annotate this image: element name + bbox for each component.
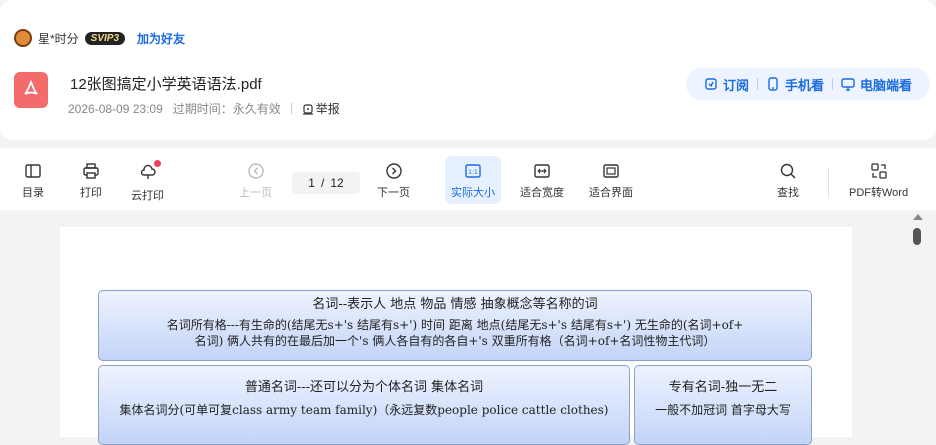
report-icon <box>302 103 313 115</box>
add-friend-link[interactable]: 加为好友 <box>137 30 185 47</box>
uploader-row: 星*时分 SVIP3 加为好友 <box>14 28 185 48</box>
expiry-text: 过期时间：永久有效 <box>172 102 281 116</box>
cloud-print-button[interactable]: 云打印 <box>131 160 164 203</box>
scroll-up-arrow-icon[interactable] <box>913 214 923 220</box>
pdf-to-word-label: PDF转Word <box>849 187 909 199</box>
subscribe-button[interactable]: 订阅 <box>696 75 757 94</box>
toc-button[interactable]: 目录 <box>22 162 44 200</box>
cloud-print-icon-wrap <box>139 160 161 187</box>
prev-page-label: 上一页 <box>239 187 272 199</box>
search-button[interactable]: 查找 <box>777 162 799 200</box>
pdf-to-word-button[interactable]: PDF转Word <box>849 162 908 200</box>
viewer-toolbar: 目录 打印 云打印 上一页 1 / 12 下一页 1:1 实际大小 适合宽度 适… <box>0 148 936 210</box>
report-label: 举报 <box>315 102 340 116</box>
page-separator: / <box>320 176 325 190</box>
toc-label: 目录 <box>22 187 44 199</box>
report-button[interactable]: 举报 <box>302 100 340 117</box>
actual-size-icon: 1:1 <box>465 164 481 178</box>
next-page-label: 下一页 <box>377 187 410 199</box>
collective-noun-line: 集体名词分(可单可复class army team family)（永远复数pe… <box>119 403 609 417</box>
convert-icon <box>870 163 887 179</box>
subscribe-icon <box>705 78 717 90</box>
common-noun-box: 普通名词---还可以分为个体名词 集体名词 集体名词分(可单可复class ar… <box>98 365 630 445</box>
fit-page-label: 适合界面 <box>589 187 633 199</box>
actual-size-button[interactable]: 1:1 实际大小 <box>445 156 501 204</box>
prev-page-button[interactable]: 上一页 <box>239 162 272 200</box>
possessive-rule-line: 名词所有格---有生命的(结尾无s+'s 结尾有s+') 时间 距离 地点(结尾… <box>166 318 744 332</box>
search-icon <box>780 163 796 179</box>
noun-definition-box: 名词--表示人 地点 物品 情感 抽象概念等名称的词 名词所有格---有生命的(… <box>98 290 812 361</box>
fit-page-icon <box>603 164 619 178</box>
proper-noun-rule: 一般不加冠词 首字母大写 <box>655 403 791 417</box>
svg-text:1:1: 1:1 <box>468 169 478 176</box>
print-label: 打印 <box>80 187 102 199</box>
pdf-page: 名词--表示人 地点 物品 情感 抽象概念等名称的词 名词所有格---有生命的(… <box>60 227 852 445</box>
noun-definition-title: 名词--表示人 地点 物品 情感 抽象概念等名称的词 <box>312 297 598 312</box>
print-button[interactable]: 打印 <box>80 162 102 200</box>
divider <box>828 168 829 198</box>
proper-noun-box: 专有名词-独一无二 一般不加冠词 首字母大写 <box>634 365 812 445</box>
file-info-card: 星*时分 SVIP3 加为好友 12张图搞定小学英语语法.pdf 2026-08… <box>0 0 936 140</box>
monitor-icon <box>841 78 855 91</box>
phone-icon <box>768 77 778 91</box>
proper-noun-title: 专有名词-独一无二 <box>668 380 778 395</box>
file-meta: 2026-08-09 23:09 过期时间：永久有效 举报 <box>68 100 340 117</box>
notification-dot <box>153 160 161 167</box>
document-viewer: 名词--表示人 地点 物品 情感 抽象概念等名称的词 名词所有格---有生命的(… <box>0 210 936 445</box>
fit-width-button[interactable]: 适合宽度 <box>520 162 564 200</box>
mobile-view-label: 手机看 <box>784 77 824 93</box>
sidebar-icon <box>25 164 41 178</box>
chevron-right-circle-icon <box>385 163 402 179</box>
desktop-view-button[interactable]: 电脑端看 <box>833 75 920 94</box>
possessive-rule-line: 名词) 俩人共有的在最后加一个's 俩人各自有的各自+'s 双重所有格（名词+o… <box>194 334 716 348</box>
common-noun-title: 普通名词---还可以分为个体名词 集体名词 <box>244 380 484 395</box>
page-number-input[interactable]: 1 / 12 <box>292 172 360 194</box>
current-page: 1 <box>308 176 315 190</box>
subscribe-label: 订阅 <box>722 77 749 93</box>
scroll-thumb[interactable] <box>913 228 921 245</box>
mobile-view-button[interactable]: 手机看 <box>758 75 832 94</box>
search-label: 查找 <box>777 187 799 199</box>
chevron-left-circle-icon <box>247 163 264 179</box>
file-title: 12张图搞定小学英语语法.pdf <box>70 76 262 93</box>
svip-badge: SVIP3 <box>84 31 126 45</box>
pdf-file-icon <box>14 72 48 108</box>
desktop-view-label: 电脑端看 <box>859 77 912 93</box>
divider <box>290 103 292 114</box>
uploader-name[interactable]: 星*时分 <box>38 30 79 47</box>
next-page-button[interactable]: 下一页 <box>377 162 410 200</box>
vertical-scrollbar[interactable] <box>910 210 926 420</box>
printer-icon <box>83 163 99 179</box>
upload-date: 2026-08-09 23:09 <box>68 101 163 116</box>
fit-width-icon <box>534 164 550 178</box>
cloud-print-label: 云打印 <box>131 190 164 202</box>
actual-size-label: 实际大小 <box>451 187 495 199</box>
fit-page-button[interactable]: 适合界面 <box>589 162 633 200</box>
avatar[interactable] <box>14 29 32 47</box>
fit-width-label: 适合宽度 <box>520 187 564 199</box>
view-actions: 订阅 手机看 电脑端看 <box>685 68 930 100</box>
total-pages: 12 <box>330 176 344 190</box>
